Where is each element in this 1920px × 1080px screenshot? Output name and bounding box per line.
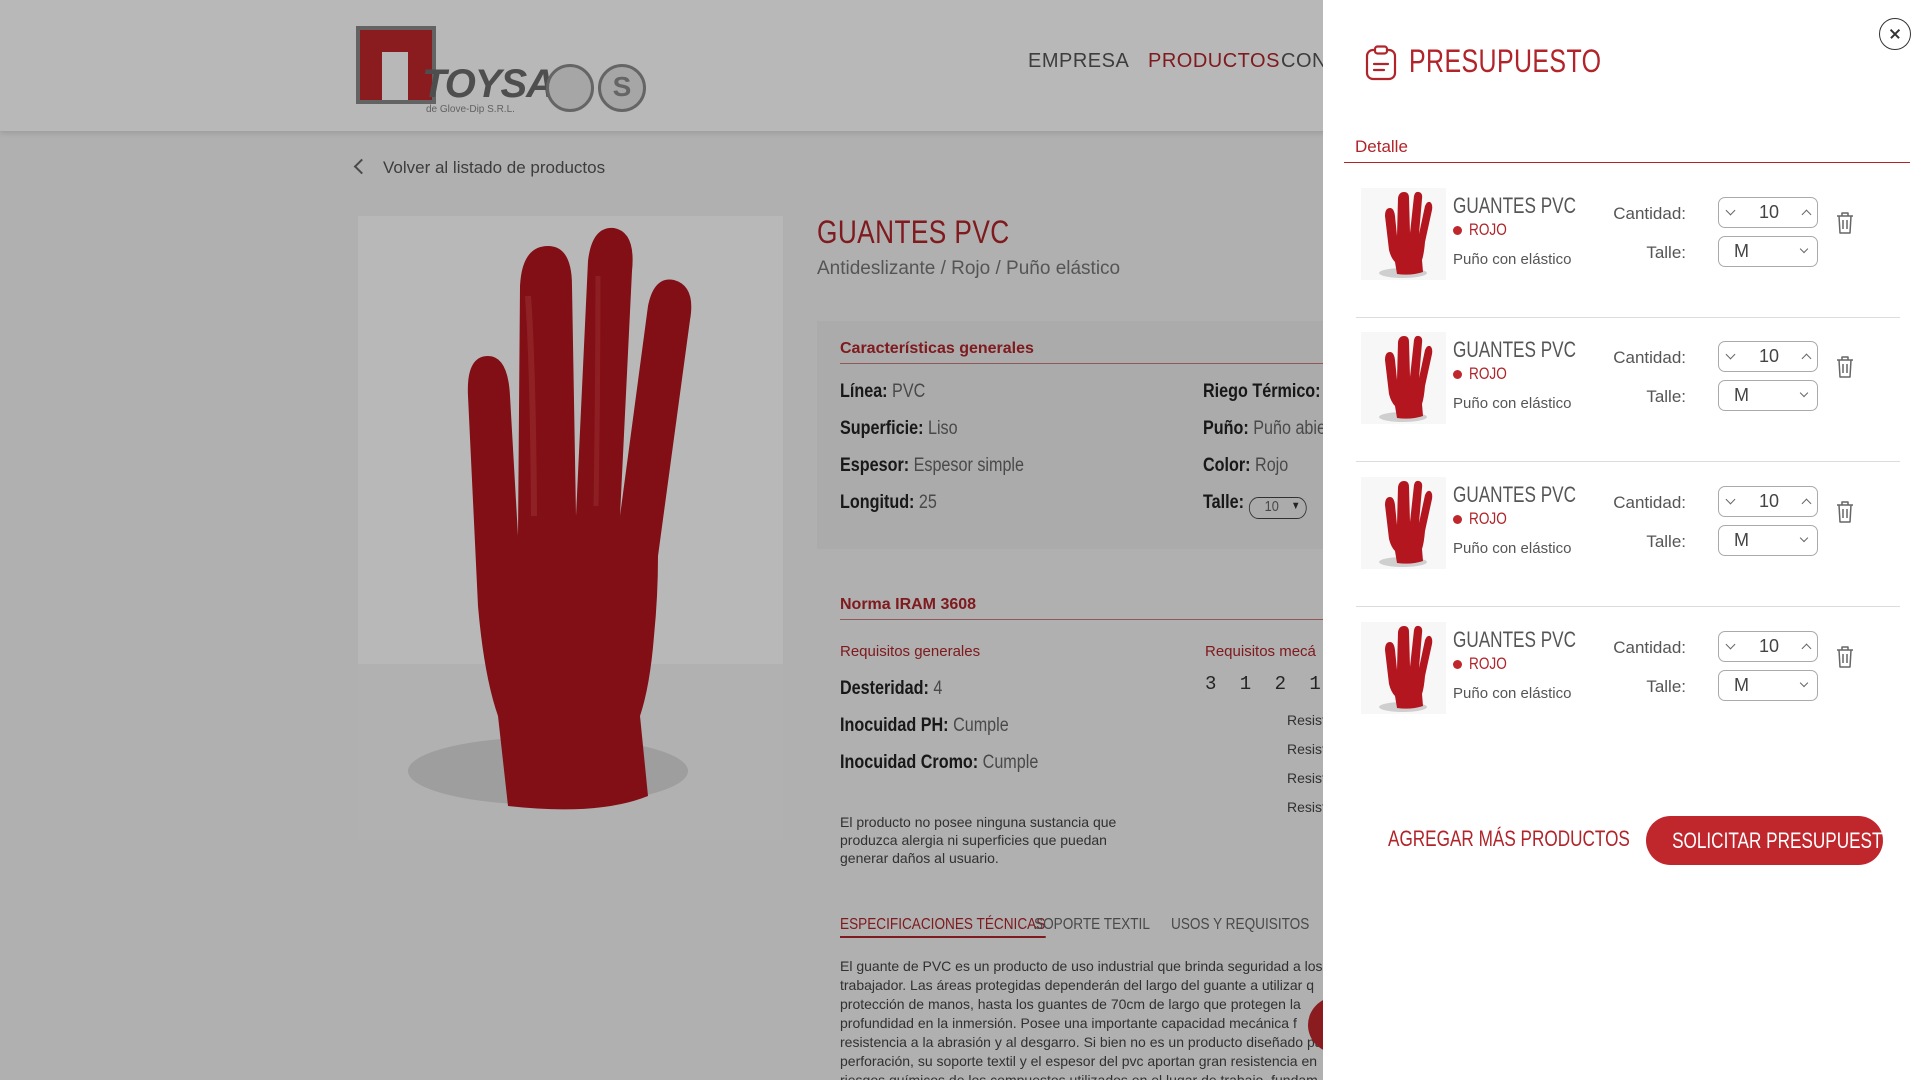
request-budget-button[interactable]: SOLICITAR PRESUPUESTO <box>1646 816 1896 865</box>
trash-icon[interactable] <box>1835 645 1855 669</box>
cart-item-name: GUANTES PVC <box>1453 482 1577 507</box>
quantity-stepper: 10 <box>1718 341 1818 372</box>
size-label: Talle: <box>1646 243 1686 262</box>
size-select[interactable]: M <box>1718 380 1818 411</box>
decrement-chevron-icon[interactable] <box>1719 487 1741 516</box>
size-select[interactable]: M <box>1718 670 1818 701</box>
trash-icon[interactable] <box>1835 355 1855 379</box>
cart-item-color: ROJO <box>1469 220 1507 239</box>
cart-item: GUANTES PVC ROJO Puño con elástico Canti… <box>1356 317 1900 462</box>
quantity-label: Cantidad: <box>1613 638 1686 657</box>
size-select[interactable]: M <box>1718 236 1818 267</box>
clipboard-icon <box>1365 45 1397 81</box>
request-budget-label: SOLICITAR PRESUPUESTO <box>1672 828 1896 853</box>
quantity-value[interactable]: 10 <box>1741 632 1797 661</box>
decrement-chevron-icon[interactable] <box>1719 342 1741 371</box>
glove-image <box>1379 480 1433 567</box>
chevron-down-icon <box>1799 244 1809 254</box>
decrement-chevron-icon[interactable] <box>1719 632 1741 661</box>
cart-item: GUANTES PVC ROJO Puño con elástico Canti… <box>1356 607 1900 752</box>
trash-icon[interactable] <box>1835 500 1855 524</box>
size-value: M <box>1734 675 1749 695</box>
cart-item-name: GUANTES PVC <box>1453 337 1577 362</box>
cart-item-name: GUANTES PVC <box>1453 193 1577 218</box>
glove-image <box>1379 191 1433 278</box>
cart-item-feature: Puño con elástico <box>1453 685 1572 702</box>
size-value: M <box>1734 385 1749 405</box>
add-more-products-button[interactable]: AGREGAR MÁS PRODUCTOS <box>1388 826 1630 852</box>
cart-item-color: ROJO <box>1469 654 1507 673</box>
cart-item-name: GUANTES PVC <box>1453 627 1577 652</box>
size-label: Talle: <box>1646 677 1686 696</box>
detail-label: Detalle <box>1355 137 1408 156</box>
size-select[interactable]: M <box>1718 525 1818 556</box>
increment-chevron-icon[interactable] <box>1795 632 1817 661</box>
size-label: Talle: <box>1646 532 1686 551</box>
panel-title: PRESUPUESTO <box>1409 43 1602 79</box>
size-value: M <box>1734 241 1749 261</box>
quantity-label: Cantidad: <box>1613 204 1686 223</box>
cart-item-color: ROJO <box>1469 364 1507 383</box>
increment-chevron-icon[interactable] <box>1795 342 1817 371</box>
quantity-label: Cantidad: <box>1613 493 1686 512</box>
size-label: Talle: <box>1646 387 1686 406</box>
glove-image <box>1379 625 1433 712</box>
cart-item-feature: Puño con elástico <box>1453 540 1572 557</box>
color-dot-icon <box>1453 370 1462 379</box>
trash-icon[interactable] <box>1835 211 1855 235</box>
glove-image <box>1379 335 1433 422</box>
cart-item-thumbnail <box>1361 332 1446 424</box>
color-dot-icon <box>1453 515 1462 524</box>
cart-item-thumbnail <box>1361 477 1446 569</box>
chevron-down-icon <box>1799 533 1809 543</box>
close-icon[interactable] <box>1879 18 1911 50</box>
size-value: M <box>1734 530 1749 550</box>
cart-item-thumbnail <box>1361 622 1446 714</box>
decrement-chevron-icon[interactable] <box>1719 198 1741 227</box>
divider <box>1344 162 1910 163</box>
cart-item-feature: Puño con elástico <box>1453 395 1572 412</box>
quantity-stepper: 10 <box>1718 486 1818 517</box>
cart-item: GUANTES PVC ROJO Puño con elástico Canti… <box>1356 462 1900 607</box>
chevron-down-icon <box>1799 388 1809 398</box>
quantity-value[interactable]: 10 <box>1741 198 1797 227</box>
chevron-down-icon <box>1799 678 1809 688</box>
quantity-stepper: 10 <box>1718 197 1818 228</box>
quantity-stepper: 10 <box>1718 631 1818 662</box>
color-dot-icon <box>1453 226 1462 235</box>
cart-item-feature: Puño con elástico <box>1453 251 1572 268</box>
color-dot-icon <box>1453 660 1462 669</box>
quantity-label: Cantidad: <box>1613 348 1686 367</box>
increment-chevron-icon[interactable] <box>1795 198 1817 227</box>
cart-item-thumbnail <box>1361 188 1446 280</box>
cart-item-color: ROJO <box>1469 509 1507 528</box>
quantity-value[interactable]: 10 <box>1741 342 1797 371</box>
cart-item: GUANTES PVC ROJO Puño con elástico Canti… <box>1356 173 1900 318</box>
quantity-value[interactable]: 10 <box>1741 487 1797 516</box>
increment-chevron-icon[interactable] <box>1795 487 1817 516</box>
